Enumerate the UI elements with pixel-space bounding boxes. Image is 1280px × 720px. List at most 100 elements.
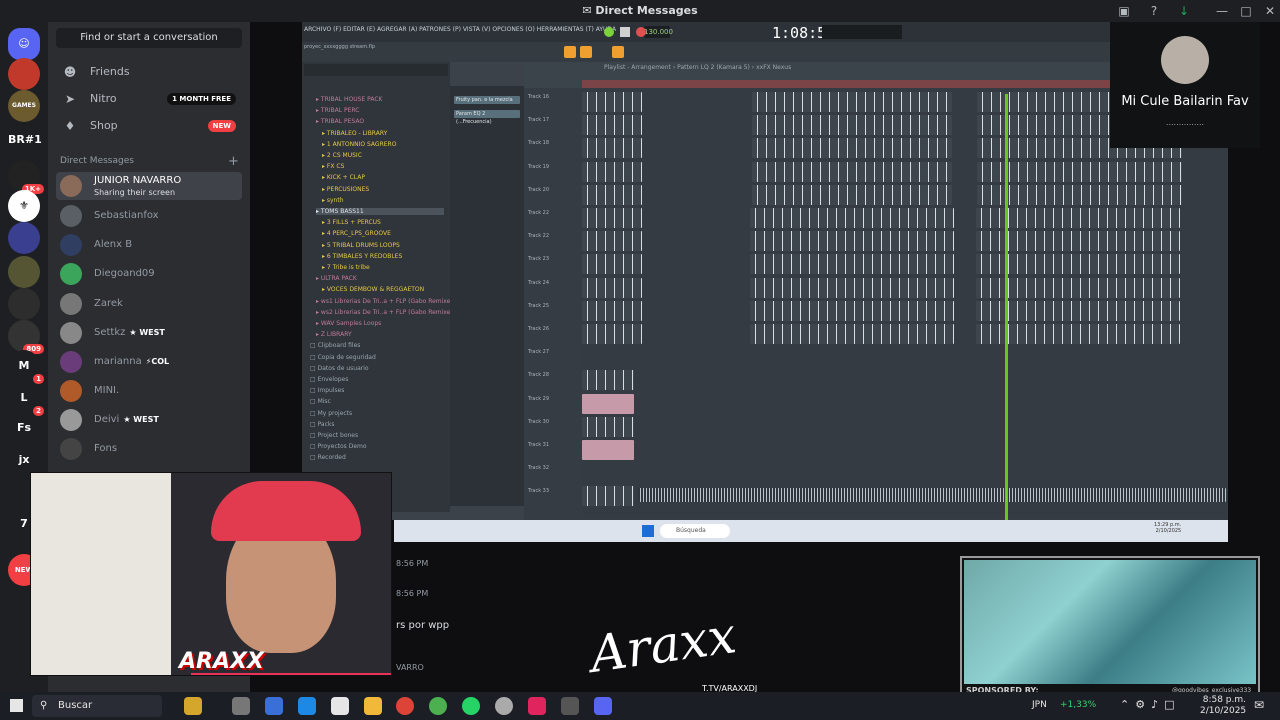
pattern-clip[interactable] bbox=[582, 300, 642, 321]
find-conversation-input[interactable]: Find or start a conversation bbox=[56, 28, 242, 48]
pattern-clip[interactable] bbox=[582, 324, 642, 344]
browser-item[interactable]: ▸ WAV Samples Loops bbox=[316, 320, 381, 327]
browser-item[interactable]: ▸ VOCES DEMBOW & REGGAETON bbox=[322, 286, 424, 293]
pattern-clip[interactable] bbox=[752, 184, 952, 205]
browser-item[interactable]: □ Envelopes bbox=[310, 376, 348, 383]
browser-item[interactable]: ▸ TOMS BASS11 bbox=[316, 208, 444, 215]
pattern-clip[interactable] bbox=[582, 254, 642, 275]
track-label[interactable]: Track 30 bbox=[528, 419, 584, 425]
browser-item[interactable]: ▸ TRIBAL PERC bbox=[316, 107, 359, 114]
chrome-icon[interactable] bbox=[396, 697, 414, 715]
track-label[interactable]: Track 22 bbox=[528, 210, 584, 216]
browser-item[interactable]: ▸ KICK + CLAP bbox=[322, 174, 365, 181]
browser-item[interactable]: □ Proyectos Demo bbox=[310, 443, 367, 450]
track-label[interactable]: Track 33 bbox=[528, 488, 584, 494]
pattern-clip[interactable] bbox=[750, 231, 954, 252]
browser-item[interactable]: ▸ 6 TIMBALES Y REDOBLES bbox=[322, 253, 402, 260]
pattern-clip[interactable] bbox=[752, 161, 952, 182]
dm-item[interactable]: Sebastianfox bbox=[56, 202, 242, 230]
pattern-clip[interactable] bbox=[752, 92, 952, 112]
pattern-clip[interactable] bbox=[582, 208, 642, 228]
browser-item[interactable]: ▸ ws1 Librerias De Tri..a + FLP (Gabo Re… bbox=[316, 298, 456, 305]
pattern-clip[interactable] bbox=[582, 393, 634, 414]
dm-item[interactable]: Deivi ★ WEST bbox=[56, 406, 242, 434]
server-icon[interactable]: 809 bbox=[8, 320, 44, 354]
pattern-clip[interactable] bbox=[750, 300, 954, 321]
track-label[interactable]: Track 17 bbox=[528, 117, 584, 123]
copilot-icon[interactable] bbox=[265, 697, 283, 715]
whatsapp-icon[interactable] bbox=[462, 697, 480, 715]
pattern-clip[interactable] bbox=[582, 486, 634, 507]
dm-item[interactable]: Zarek bbox=[56, 290, 242, 318]
server-fs[interactable]: Fs bbox=[8, 412, 40, 444]
obs-icon[interactable] bbox=[495, 697, 513, 715]
dm-item-junior-navarro[interactable]: JUNIOR NAVARRO Sharing their screen bbox=[56, 172, 242, 200]
browser-item[interactable]: □ Packs bbox=[310, 421, 335, 428]
pattern-clip[interactable] bbox=[582, 138, 642, 159]
taskbar-clock[interactable]: 8:58 p.m. 2/10/2025 bbox=[1200, 695, 1246, 717]
browser-item[interactable]: ▸ 4 PERC_LPS_GROOVE bbox=[322, 230, 391, 237]
record-icon[interactable] bbox=[636, 27, 646, 37]
server-icon[interactable] bbox=[8, 288, 40, 320]
track-label[interactable]: Track 29 bbox=[528, 396, 584, 402]
inbox-icon[interactable]: ▣ bbox=[1114, 3, 1134, 19]
fl-menu[interactable]: ARCHIVO (F) EDITAR (E) AGREGAR (A) PATRO… bbox=[304, 26, 616, 33]
browser-item[interactable]: ▸ 2 CS MUSIC bbox=[322, 152, 362, 159]
dm-item[interactable]: Diegoand09 bbox=[56, 260, 242, 288]
play-icon[interactable] bbox=[604, 27, 614, 37]
pattern-clip[interactable] bbox=[582, 184, 642, 205]
browser-item[interactable]: ▸ 1 ANTONNIO SAGRERO bbox=[322, 141, 396, 148]
pattern-clip[interactable] bbox=[582, 440, 634, 460]
nav-friends[interactable]: ☻ Friends bbox=[56, 60, 242, 84]
chrome-profile-icon[interactable] bbox=[429, 697, 447, 715]
pattern-clip[interactable] bbox=[752, 138, 952, 159]
server-icon[interactable] bbox=[8, 58, 40, 90]
browser-item[interactable]: □ Project bones bbox=[310, 432, 358, 439]
stop-icon[interactable] bbox=[620, 27, 630, 37]
app-icon[interactable] bbox=[528, 697, 546, 715]
browser-item[interactable]: ▸ TRIBAL PESAO bbox=[316, 118, 364, 125]
browser-item[interactable]: ▸ 5 TRIBAL DRUMS LOOPS bbox=[322, 242, 400, 249]
audio-clip-waveform[interactable] bbox=[638, 488, 1226, 502]
browser-item[interactable]: □ My projects bbox=[310, 410, 352, 417]
discord-home-icon[interactable]: ☺ bbox=[8, 28, 40, 60]
track-label[interactable]: Track 19 bbox=[528, 164, 584, 170]
browser-item[interactable]: ▸ ws2 Librerias De Tri..a + FLP (Gabo Re… bbox=[316, 309, 456, 316]
nav-nitro[interactable]: ➤ Nitro 1 MONTH FREE bbox=[56, 87, 242, 111]
server-br1[interactable]: BR#1 bbox=[8, 124, 42, 156]
close-button[interactable]: ✕ bbox=[1260, 3, 1280, 19]
channel-item[interactable]: Fruity pan. e la mezcla bbox=[454, 96, 520, 104]
pattern-clip[interactable] bbox=[582, 370, 634, 391]
pattern-clip[interactable] bbox=[582, 416, 634, 437]
pattern-clip[interactable] bbox=[750, 208, 954, 228]
browser-item[interactable]: ▸ PERCUSIONES bbox=[322, 186, 369, 193]
track-label[interactable]: Track 26 bbox=[528, 326, 584, 332]
dm-item[interactable]: Alenx B bbox=[56, 231, 242, 259]
pattern-clip[interactable] bbox=[582, 92, 642, 112]
dm-item[interactable]: marianna ⚡COL bbox=[56, 348, 242, 376]
dm-item[interactable]: MINI. bbox=[56, 377, 242, 405]
track-label[interactable]: Track 20 bbox=[528, 187, 584, 193]
download-icon[interactable]: ↓ bbox=[1174, 3, 1194, 19]
server-icon[interactable]: ⚜ bbox=[8, 190, 40, 222]
browser-item[interactable]: ▸ TRIBAL HOUSE PACK bbox=[316, 96, 382, 103]
server-icon[interactable] bbox=[8, 256, 40, 288]
taskview-icon[interactable] bbox=[232, 697, 250, 715]
dm-item[interactable]: Fons bbox=[56, 435, 242, 463]
server-icon[interactable]: GAMES bbox=[8, 90, 40, 122]
taskbar-search[interactable]: ⚲ Buscar bbox=[32, 695, 162, 717]
track-label[interactable]: Track 16 bbox=[528, 94, 584, 100]
track-label[interactable]: Track 28 bbox=[528, 372, 584, 378]
pattern-clip[interactable] bbox=[750, 277, 954, 298]
notification-icon[interactable]: ✉ bbox=[1254, 698, 1264, 712]
discord-taskbar-icon[interactable] bbox=[594, 697, 612, 715]
toolbar-icon[interactable] bbox=[612, 46, 624, 58]
track-label[interactable]: Track 23 bbox=[528, 256, 584, 262]
toolbar-icon[interactable] bbox=[580, 46, 592, 58]
pattern-clip[interactable] bbox=[582, 115, 642, 136]
explorer-icon[interactable] bbox=[364, 697, 382, 715]
remote-user-tile[interactable]: Mi Cule Bailarin Fav ............... bbox=[1110, 22, 1260, 148]
server-l[interactable]: L2 bbox=[8, 382, 44, 416]
browser-item[interactable]: □ Misc bbox=[310, 398, 331, 405]
server-icon[interactable] bbox=[8, 222, 40, 254]
